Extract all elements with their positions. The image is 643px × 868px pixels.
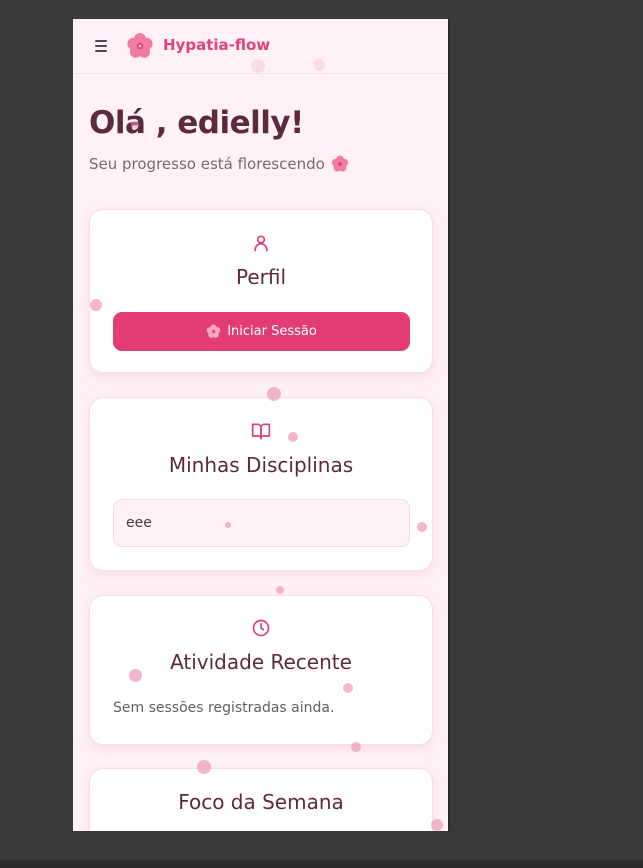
petal-decoration (90, 299, 102, 311)
petal-decoration (313, 59, 325, 71)
desktop-bottom-strip (0, 860, 643, 868)
profile-card: Perfil Iniciar Sessão (89, 209, 433, 373)
petal-decoration (131, 121, 139, 129)
hamburger-menu-icon[interactable] (95, 37, 111, 55)
cherry-blossom-icon (331, 155, 348, 172)
focus-card: Foco da Semana (89, 768, 433, 831)
cherry-blossom-icon (206, 324, 221, 338)
start-session-button[interactable]: Iniciar Sessão (113, 312, 410, 351)
petal-decoration (417, 522, 427, 532)
petal-decoration (276, 586, 284, 594)
activity-card: Atividade Recente Sem sessões registrada… (89, 595, 433, 745)
petal-decoration (225, 522, 231, 528)
start-session-label: Iniciar Sessão (227, 324, 317, 339)
brand-name[interactable]: Hypatia-flow (163, 36, 270, 54)
progress-subtitle: Seu progresso está florescendo (89, 155, 349, 173)
mobile-viewport: Hypatia-flow Olá , edielly! Seu progress… (73, 19, 448, 831)
petal-decoration (251, 59, 265, 73)
page-title: Olá , edielly! (89, 105, 304, 141)
clock-icon (252, 619, 270, 637)
disciplines-card: Minhas Disciplinas (89, 397, 433, 571)
cherry-blossom-icon (127, 33, 153, 58)
petal-decoration (129, 669, 142, 682)
activity-card-title: Atividade Recente (170, 650, 352, 674)
discipline-input[interactable] (113, 499, 410, 547)
focus-card-title: Foco da Semana (178, 790, 344, 814)
book-open-icon (251, 423, 271, 440)
petal-decoration (197, 760, 211, 774)
petal-decoration (351, 742, 361, 752)
activity-empty-text: Sem sessões registradas ainda. (113, 700, 335, 716)
petal-decoration (267, 387, 281, 401)
disciplines-card-title: Minhas Disciplinas (168, 453, 354, 477)
subtitle-text: Seu progresso está florescendo (89, 155, 325, 173)
petal-decoration (431, 819, 443, 831)
user-icon (254, 235, 268, 252)
profile-card-title: Perfil (235, 265, 287, 289)
petal-decoration (288, 432, 298, 442)
petal-decoration (343, 683, 353, 693)
